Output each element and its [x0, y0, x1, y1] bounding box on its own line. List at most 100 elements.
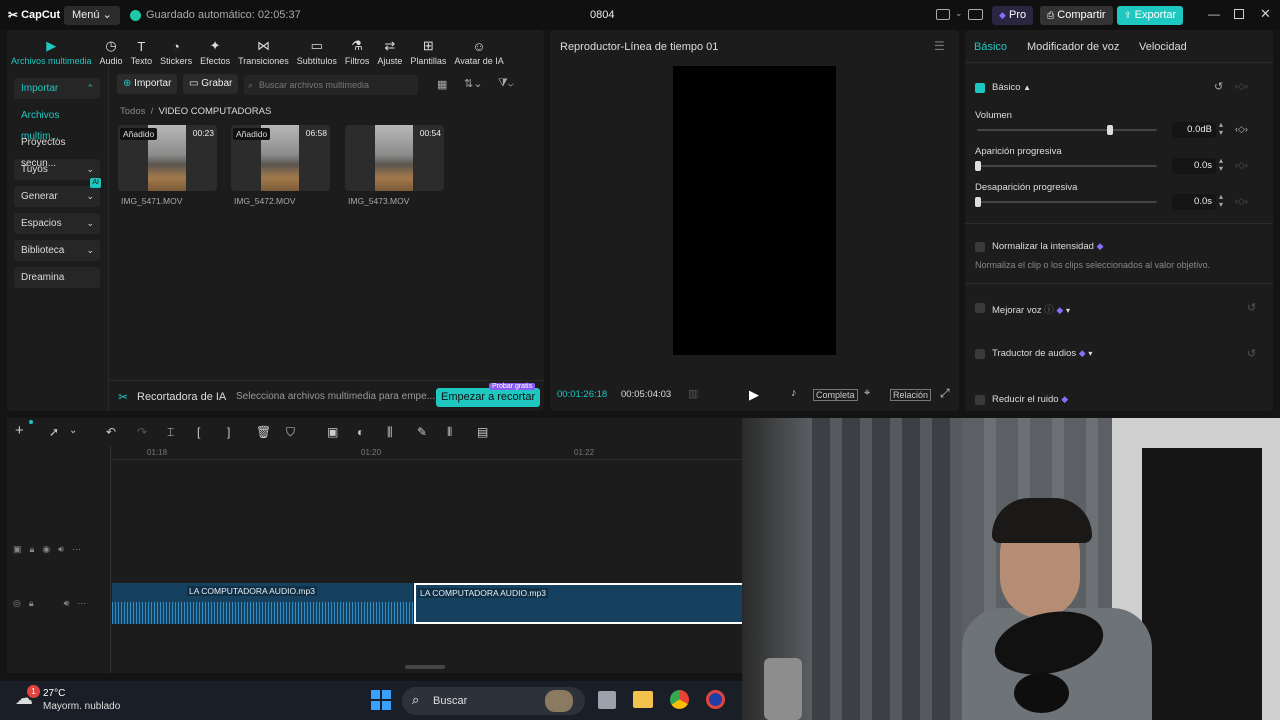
pro-button[interactable]: ◆ Pro	[992, 6, 1034, 25]
stepper-icon[interactable]: ▴ ▾	[1219, 193, 1223, 209]
volume-value[interactable]: 0.0dB	[1172, 122, 1216, 138]
ratio-button[interactable]: Relación	[890, 389, 932, 401]
reset-icon[interactable]: ↺	[1214, 80, 1223, 93]
filter-icon[interactable]: ⧩⌄	[498, 77, 514, 90]
sidebar-item-2[interactable]: Proyectos secun...	[14, 132, 100, 169]
scene-icon[interactable]: ▣	[327, 425, 338, 439]
keyframe-icon[interactable]: ‹◇›	[1235, 196, 1248, 207]
redo-icon[interactable]: ↷	[137, 425, 147, 439]
undo-icon[interactable]: ↶	[106, 425, 116, 439]
select-tool-icon[interactable]: ➚	[49, 425, 59, 439]
app-icon[interactable]	[706, 690, 725, 709]
sidebar-item-7[interactable]: Dreamina	[14, 267, 100, 288]
speaker-icon[interactable]: 🔊︎	[64, 598, 70, 609]
volume-slider[interactable]	[977, 129, 1157, 131]
reset-icon[interactable]: ↺	[1247, 301, 1256, 314]
fade-out-slider[interactable]	[977, 201, 1157, 203]
audio-translator-checkbox[interactable]	[975, 349, 985, 359]
crumb-all[interactable]: Todos	[120, 106, 145, 117]
search-input[interactable]: ⌕ Buscar archivos multimedia	[244, 75, 418, 95]
chevron-down-icon[interactable]: ⌄	[955, 8, 963, 19]
basic-checkbox[interactable]	[975, 83, 985, 93]
tab-media[interactable]: ▶ Archivos multimedia	[7, 30, 96, 66]
caption-icon[interactable]: ▤	[477, 425, 488, 439]
fade-out-value[interactable]: 0.0s	[1172, 194, 1216, 210]
windows-start-icon[interactable]	[371, 690, 391, 710]
audio-clip[interactable]: LA COMPUTADORA AUDIO.mp3	[112, 583, 413, 624]
grid-view-icon[interactable]: ▦	[437, 78, 447, 91]
sidebar-item-1[interactable]: Archivos multim...	[14, 105, 100, 142]
media-thumbnail[interactable]: Añadido 06:58	[231, 125, 330, 191]
video-preview[interactable]	[673, 66, 836, 355]
fade-in-value[interactable]: 0.0s	[1172, 158, 1216, 174]
normalize-checkbox[interactable]	[975, 242, 985, 252]
tab-transition[interactable]: ⋈ Transiciones	[234, 30, 293, 66]
eye-icon[interactable]: ◉	[42, 544, 50, 555]
menu-icon[interactable]: ☰	[934, 39, 945, 53]
tab-adjust[interactable]: ⇄ Ajuste	[373, 30, 406, 66]
play-icon[interactable]: ▶	[749, 387, 759, 403]
task-view-icon[interactable]	[598, 691, 616, 709]
tab-text[interactable]: T Texto	[127, 30, 157, 66]
fade-out-knob[interactable]	[975, 197, 981, 207]
tab-filter[interactable]: ⚗ Filtros	[341, 30, 374, 66]
sidebar-item-3[interactable]: Tuyos ⌄	[14, 159, 100, 180]
keyframe-icon[interactable]: ‹◇›	[1235, 160, 1248, 171]
share-button[interactable]: ⎙ Compartir	[1040, 6, 1113, 25]
audio-clip-selected[interactable]: LA COMPUTADORA AUDIO.mp3	[414, 583, 742, 624]
tab-voice-changer[interactable]: Modificador de voz	[1027, 41, 1119, 53]
more-icon[interactable]: ⋯	[77, 598, 86, 609]
magic-icon[interactable]: ✎	[417, 425, 427, 439]
sidebar-item-4[interactable]: Generar ⌄ AI	[14, 178, 101, 207]
media-thumbnail[interactable]: 00:54	[345, 125, 444, 191]
more-icon[interactable]: ⋯	[72, 544, 81, 555]
lock-icon[interactable]: 🔒︎	[29, 598, 34, 609]
trim-right-icon[interactable]: ]	[227, 425, 230, 439]
import-button[interactable]: ⊕ Importar	[117, 74, 178, 94]
sidebar-item-6[interactable]: Biblioteca ⌄	[14, 240, 100, 261]
delete-icon[interactable]: 🗑	[256, 425, 271, 439]
keyframe-nav-icon[interactable]: ‹◇›	[1235, 81, 1248, 92]
tab-templates[interactable]: ⊞ Plantillas	[406, 30, 450, 66]
lock-icon[interactable]: 🔒︎	[30, 544, 35, 555]
sort-icon[interactable]: ⇅⌄	[464, 77, 482, 90]
add-track-icon[interactable]: +	[15, 422, 24, 439]
media-thumbnail[interactable]: Añadido 00:23	[118, 125, 217, 191]
full-button[interactable]: Completa	[813, 389, 858, 401]
fade-in-slider[interactable]	[977, 165, 1157, 167]
stepper-icon[interactable]: ▴ ▾	[1219, 121, 1223, 137]
reset-icon[interactable]: ↺	[1247, 347, 1256, 360]
menu-button[interactable]: Menú ⌄	[64, 6, 120, 25]
minimize-icon[interactable]: —	[1208, 7, 1220, 21]
tab-subtitles[interactable]: ▭ Subtítulos	[293, 30, 341, 66]
tab-audio[interactable]: ◷ Audio	[96, 30, 127, 66]
audio-split-icon[interactable]: ⦀	[447, 425, 452, 440]
keyframe-icon[interactable]: ‹◇›	[1235, 124, 1248, 135]
fullscreen-icon[interactable]: ⤢	[940, 386, 950, 401]
close-icon[interactable]: ✕	[1260, 6, 1271, 22]
keyboard-icon[interactable]	[968, 9, 983, 20]
color-match-icon[interactable]: ◐	[357, 425, 364, 439]
tab-basic[interactable]: Básico	[974, 41, 1007, 53]
file-explorer-icon[interactable]	[633, 691, 653, 708]
tab-sticker[interactable]: ◔ Stickers	[156, 30, 196, 66]
stepper-icon[interactable]: ▴ ▾	[1219, 157, 1223, 173]
timeline-ruler[interactable]: 01:18 01:20 01:22	[111, 446, 742, 460]
basic-section-label[interactable]: Básico ▲	[992, 82, 1031, 93]
tab-ai-avatar[interactable]: ☺ Avatar de IA	[450, 30, 507, 66]
horizontal-scrollbar[interactable]	[405, 665, 445, 669]
export-button[interactable]: ⇪ Exportar	[1117, 6, 1184, 25]
maximize-icon[interactable]	[1234, 9, 1244, 19]
record-button[interactable]: ▭ Grabar	[183, 74, 239, 94]
chevron-down-icon[interactable]: ⌄	[69, 425, 77, 436]
tab-effects[interactable]: ✦ Efectos	[196, 30, 234, 66]
shield-icon[interactable]: ⛉	[286, 425, 295, 440]
speaker-icon[interactable]: 🔊︎	[58, 544, 64, 555]
tiktok-icon[interactable]: ♪	[791, 387, 797, 399]
denoise-checkbox[interactable]	[975, 395, 985, 405]
volume-knob[interactable]	[1107, 125, 1113, 135]
enhance-voice-checkbox[interactable]	[975, 303, 985, 313]
layout-icon[interactable]	[936, 9, 950, 20]
taskbar-search[interactable]: ⌕ Buscar	[402, 687, 585, 715]
fade-in-knob[interactable]	[975, 161, 981, 171]
